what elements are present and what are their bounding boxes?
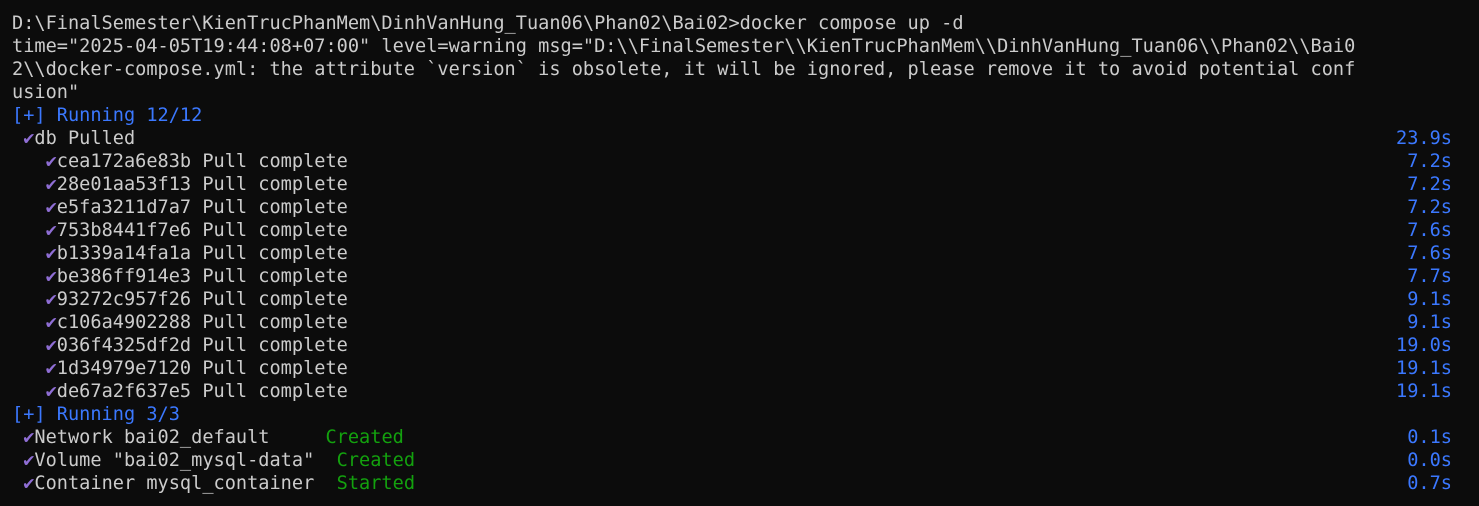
layer-row: ✔28e01aa53f13 Pull complete 7.2s [12,173,1452,196]
duration: 7.7s [1407,266,1452,287]
layer-label: b1339a14fa1a Pull complete [56,243,348,264]
checkmark-icon: ✔ [23,128,35,149]
terminal-output[interactable]: D:\FinalSemester\KienTrucPhanMem\DinhVan… [12,12,1452,495]
layer-row: ✔753b8441f7e6 Pull complete 7.6s [12,219,1452,242]
layer-row: ✔b1339a14fa1a Pull complete 7.6s [12,242,1452,265]
layer-row: ✔036f4325df2d Pull complete 19.0s [12,334,1452,357]
db-pulled-row: ✔db Pulled 23.9s [12,127,1452,150]
duration: 7.6s [1407,220,1452,241]
db-pulled-label: db Pulled [34,128,136,149]
running-header-pull: [+] Running 12/12 [12,105,203,126]
layer-row: ✔93272c957f26 Pull complete 9.1s [12,288,1452,311]
duration: 7.2s [1407,151,1452,172]
checkmark-icon: ✔ [45,220,57,241]
prompt-line: D:\FinalSemester\KienTrucPhanMem\DinhVan… [12,13,964,34]
layer-label: 28e01aa53f13 Pull complete [56,174,348,195]
layer-label: be386ff914e3 Pull complete [56,266,348,287]
checkmark-icon: ✔ [23,450,35,471]
checkmark-icon: ✔ [45,358,57,379]
layer-label: 93272c957f26 Pull complete [56,289,348,310]
resource-label: Network bai02_default [34,427,326,448]
duration: 7.2s [1407,197,1452,218]
duration: 9.1s [1407,312,1452,333]
warning-line: 2\\docker-compose.yml: the attribute `ve… [12,59,1356,80]
resource-label: Container mysql_container [34,473,337,494]
layer-label: c106a4902288 Pull complete [56,312,348,333]
duration: 19.1s [1396,358,1452,379]
checkmark-icon: ✔ [45,312,57,333]
warning-line: usion" [12,82,80,103]
layer-row: ✔de67a2f637e5 Pull complete 19.1s [12,380,1452,403]
checkmark-icon: ✔ [45,381,57,402]
layer-row: ✔e5fa3211d7a7 Pull complete 7.2s [12,196,1452,219]
status-text: Started [336,473,416,494]
layer-row: ✔c106a4902288 Pull complete 9.1s [12,311,1452,334]
resource-row: ✔Container mysql_container Started 0.7s [12,472,1452,495]
checkmark-icon: ✔ [45,151,57,172]
resource-label: Volume "bai02_mysql-data" [34,450,337,471]
layer-label: 1d34979e7120 Pull complete [56,358,348,379]
resource-row: ✔Network bai02_default Created 0.1s [12,426,1452,449]
duration: 19.0s [1396,335,1452,356]
layer-label: 036f4325df2d Pull complete [56,335,348,356]
layer-label: de67a2f637e5 Pull complete [56,381,348,402]
running-header-create: [+] Running 3/3 [12,404,180,425]
duration: 0.1s [1407,427,1452,448]
checkmark-icon: ✔ [45,174,57,195]
layer-row: ✔1d34979e7120 Pull complete 19.1s [12,357,1452,380]
checkmark-icon: ✔ [45,243,57,264]
duration: 23.9s [1396,128,1452,149]
checkmark-icon: ✔ [23,473,35,494]
duration: 0.7s [1407,473,1452,494]
status-text: Created [336,450,416,471]
layer-label: cea172a6e83b Pull complete [56,151,348,172]
checkmark-icon: ✔ [45,266,57,287]
duration: 0.0s [1407,450,1452,471]
layer-label: 753b8441f7e6 Pull complete [56,220,348,241]
layer-row: ✔be386ff914e3 Pull complete 7.7s [12,265,1452,288]
layer-label: e5fa3211d7a7 Pull complete [56,197,348,218]
layer-row: ✔cea172a6e83b Pull complete 7.2s [12,150,1452,173]
checkmark-icon: ✔ [45,335,57,356]
duration: 9.1s [1407,289,1452,310]
status-text: Created [325,427,404,448]
warning-line: time="2025-04-05T19:44:08+07:00" level=w… [12,36,1356,57]
duration: 7.6s [1407,243,1452,264]
checkmark-icon: ✔ [23,427,35,448]
resource-row: ✔Volume "bai02_mysql-data" Created 0.0s [12,449,1452,472]
checkmark-icon: ✔ [45,197,57,218]
checkmark-icon: ✔ [45,289,57,310]
duration: 7.2s [1407,174,1452,195]
duration: 19.1s [1396,381,1452,402]
